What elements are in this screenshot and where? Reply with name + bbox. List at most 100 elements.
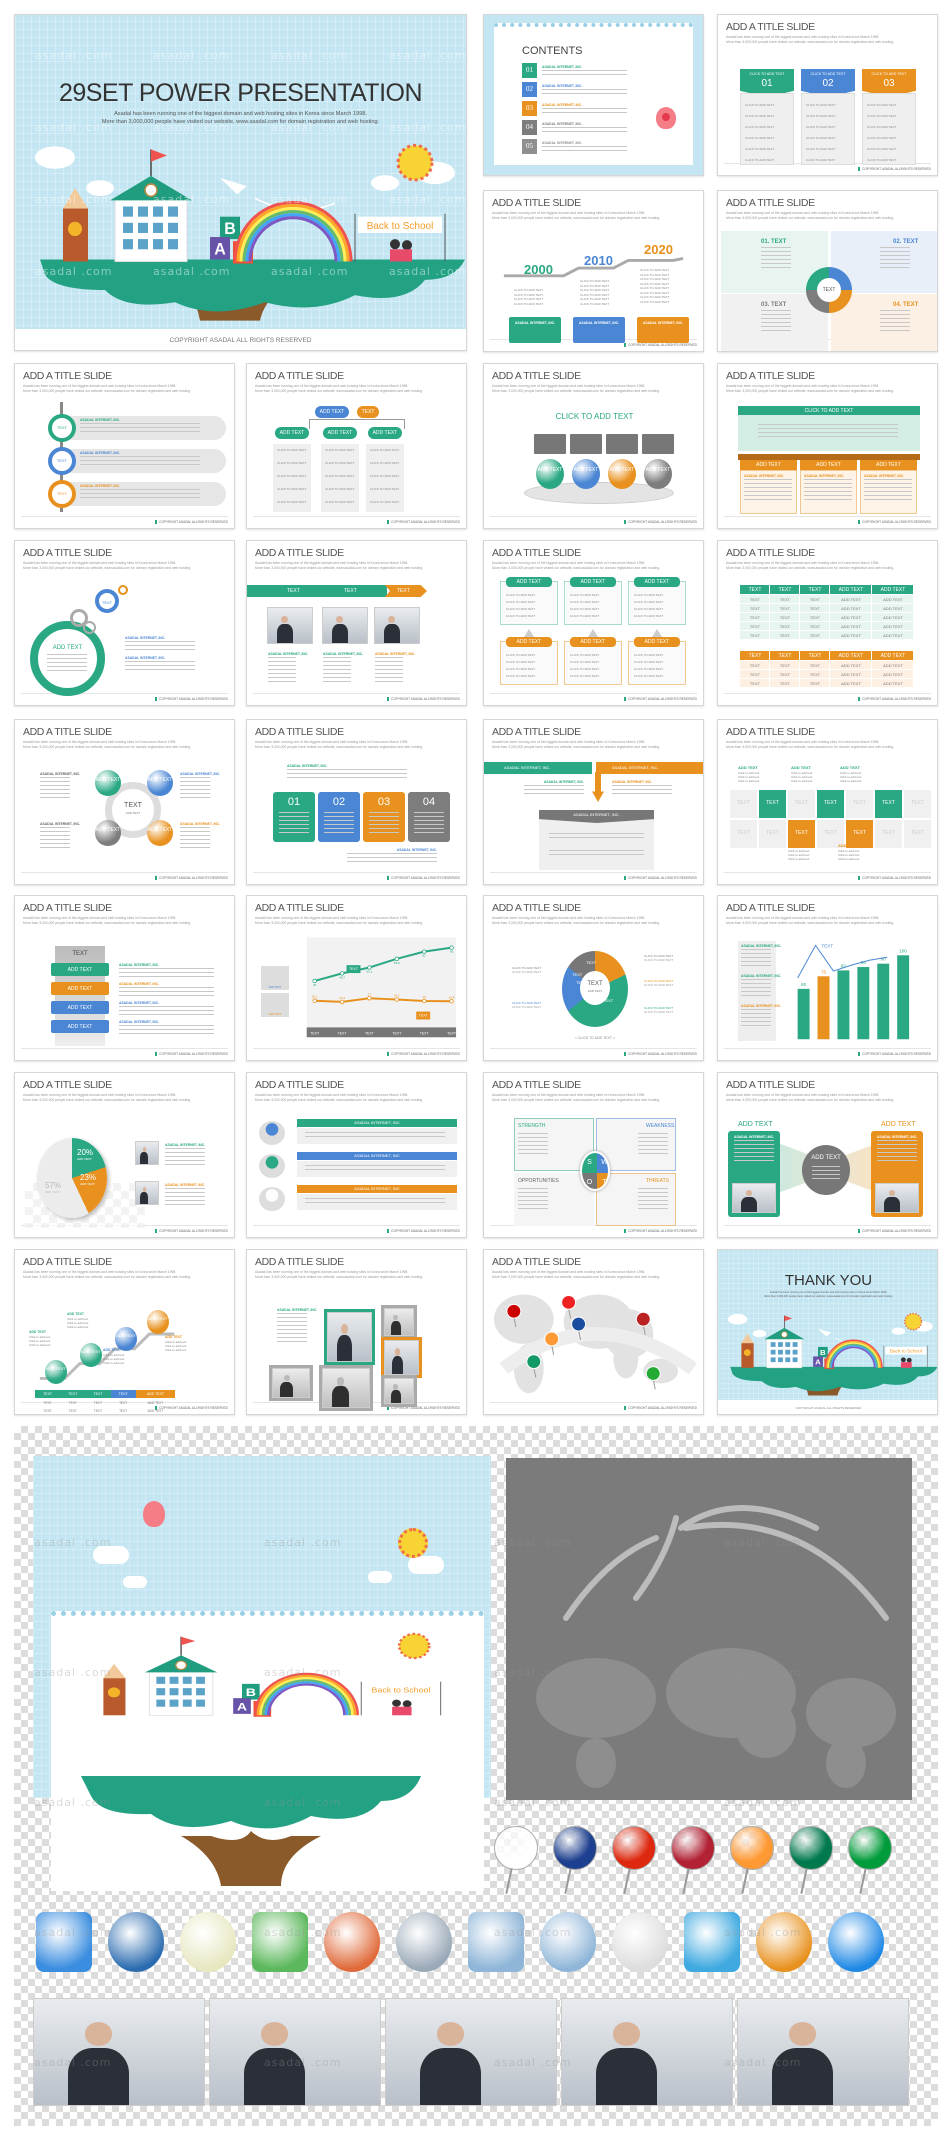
school-window (169, 1676, 179, 1684)
body-text-line (375, 669, 403, 671)
segment-label: TEXT (572, 972, 583, 977)
slide-18-stack[interactable]: ADD A TITLE SLIDE Asadal has been running… (14, 895, 235, 1061)
slide-23-banners3[interactable]: ADD A TITLE SLIDE Asadal has been running… (246, 1072, 467, 1238)
school-window (770, 1349, 776, 1355)
slide-28-map[interactable]: ADD A TITLE SLIDE Asadal has been running… (483, 1249, 704, 1415)
slide-27-photos[interactable]: ADD A TITLE SLIDE Asadal has been running… (246, 1249, 467, 1415)
slide-26-steps[interactable]: ADD A TITLE SLIDE Asadal has been running… (14, 1249, 235, 1415)
contents-title: CONTENTS (522, 45, 583, 57)
body-text-line (324, 832, 354, 834)
children-body (392, 1706, 412, 1716)
grid-cell-text: TEXT (853, 830, 866, 836)
body-text-line (279, 816, 309, 818)
card-list-item: CLICK TO ADD TEXT (867, 103, 897, 107)
pin-needle (741, 1868, 749, 1894)
org-list-item: CLICK TO ADD TEXT (325, 474, 355, 478)
body-text-line (180, 839, 210, 841)
copyright: COPYRIGHT ASADAL ALL RIGHTS RESERVED (169, 337, 312, 344)
slide-12-boxes6[interactable]: ADD A TITLE SLIDE Asadal has been running… (483, 540, 704, 706)
card-list-item: CLICK TO ADD TEXT (867, 114, 897, 118)
slide-1-hero[interactable]: 29SET POWER PRESENTATION Asadal has been … (14, 14, 467, 351)
box-heading: ASADAL INTERNET, INC. (578, 321, 620, 325)
step-ball (45, 1360, 67, 1384)
slide-subtitle: More than 3,000,000 people have visited … (726, 744, 895, 749)
company-heading: ASADAL INTERNET, INC. (119, 963, 160, 967)
body-text-line (761, 318, 791, 320)
body-text-line (279, 812, 309, 814)
body-text-line (40, 793, 70, 795)
swot-heading: WEAKNESS (646, 1123, 675, 1129)
slide-25-panels2[interactable]: ADD A TITLE SLIDE Asadal has been running… (717, 1072, 938, 1238)
contents-item-05: 05 (522, 139, 537, 154)
slide-5-quad[interactable]: ADD A TITLE SLIDE Asadal has been running… (717, 190, 938, 352)
box-item: CLICK TO ADD TEXT (570, 607, 600, 611)
slide-7-org[interactable]: ADD A TITLE SLIDE Asadal has been running… (246, 363, 467, 529)
school-window (156, 1688, 166, 1696)
slide-29-thanks[interactable]: THANK YOU Asadal has been running one of … (717, 1249, 938, 1415)
company-heading: ASADAL INTERNET, INC. (80, 451, 121, 455)
clock-icon (144, 183, 158, 198)
cloud-icon (727, 1314, 748, 1325)
tree-canopy-island (730, 1366, 937, 1392)
men-with-globe-photo (385, 1998, 557, 2106)
org-list-item: CLICK TO ADD TEXT (370, 461, 400, 465)
slide-9-banner3[interactable]: ADD A TITLE SLIDE Asadal has been running… (717, 363, 938, 529)
slide-2-contents[interactable]: CONTENTS 01 ASADAL INTERNET, INC. 02 ASADAL … (483, 14, 704, 176)
school-window (168, 206, 178, 217)
school-illustration: BA CBack to School (35, 143, 465, 321)
slide-19-linechart[interactable]: ADD A TITLE SLIDE Asadal has been running… (246, 895, 467, 1061)
body-text-line (268, 661, 296, 663)
slide-24-swot[interactable]: ADD A TITLE SLIDE Asadal has been running… (483, 1072, 704, 1238)
body-text-line (758, 424, 898, 426)
slide-subtitle: More than 3,000,000 people have visited … (255, 565, 424, 570)
slide-11-arrowphotos[interactable]: ADD A TITLE SLIDE Asadal has been running… (246, 540, 467, 706)
slide-6-vcircles[interactable]: ADD A TITLE SLIDE Asadal has been running… (14, 363, 235, 529)
card-list-item: CLICK TO ADD TEXT (806, 158, 836, 162)
body-text-line (758, 432, 898, 434)
box-item: CLICK TO ADD TEXT (506, 653, 536, 657)
body-text-line (880, 318, 910, 320)
company-heading: ASADAL INTERNET, INC. (734, 1135, 775, 1139)
slide-20-donut[interactable]: ADD A TITLE SLIDE Asadal has been running… (483, 895, 704, 1061)
box-heading: ASADAL INTERNET, INC. (642, 321, 684, 325)
photo (374, 607, 420, 644)
slide-14-circle4[interactable]: ADD A TITLE SLIDE Asadal has been running… (14, 719, 235, 885)
slide-8-balls4[interactable]: ADD A TITLE SLIDE Asadal has been running… (483, 363, 704, 529)
slide-3-cards3[interactable]: ADD A TITLE SLIDE Asadal has been running… (717, 14, 938, 176)
slide-subtitle: More than 3,000,000 people have visited … (23, 1097, 192, 1102)
school-window (182, 1688, 192, 1696)
usa-flag-pin-icon (671, 1826, 715, 1870)
slide-4-timeline[interactable]: ADD A TITLE SLIDE Asadal has been running… (483, 190, 704, 352)
photo (135, 1181, 159, 1205)
data-label: 26.1 (394, 994, 400, 998)
body-text-line (761, 310, 791, 312)
school-window (778, 1342, 783, 1347)
growth-arrows-icon (36, 1912, 92, 1972)
slide-13-tables[interactable]: ADD A TITLE SLIDE Asadal has been running… (717, 540, 938, 706)
pie (37, 1138, 107, 1218)
slide-22-pie[interactable]: ADD A TITLE SLIDE Asadal has been running… (14, 1072, 235, 1238)
slide-17-gridcells[interactable]: ADD A TITLE SLIDE Asadal has been running… (717, 719, 938, 885)
table-cell-text: TEXT (43, 1401, 52, 1405)
swot-center: SWOT (580, 1151, 610, 1191)
body-text-line (877, 1148, 917, 1150)
bar (817, 976, 830, 1040)
company-heading: ASADAL INTERNET, INC. (165, 1143, 206, 1147)
paper-plane-icon (818, 1328, 832, 1337)
slide-16-arrows[interactable]: ADD A TITLE SLIDE Asadal has been running… (483, 719, 704, 885)
step-sub: Click to add text (29, 1343, 51, 1347)
table-cell-text: ADD TEXT (883, 615, 903, 620)
school-window (182, 1676, 192, 1684)
table-cell-text: ADD TEXT (883, 633, 903, 638)
table-cell-text: TEXT (749, 615, 761, 620)
body-text-line (40, 789, 70, 791)
slide-15-num4[interactable]: ADD A TITLE SLIDE Asadal has been running… (246, 719, 467, 885)
table-cell-text: TEXT (779, 615, 791, 620)
user-calendar-icon (540, 1912, 596, 1972)
org-list-item: CLICK TO ADD TEXT (277, 500, 307, 504)
slide-10-rings[interactable]: ADD A TITLE SLIDE Asadal has been running… (14, 540, 235, 706)
ring-text: TEXT (101, 600, 113, 605)
presentation-subtitle: Asadal has been running one of the bigge… (114, 111, 367, 117)
slide-21-barchart[interactable]: ADD A TITLE SLIDE Asadal has been running… (717, 895, 938, 1061)
body-text-line (812, 1178, 840, 1180)
